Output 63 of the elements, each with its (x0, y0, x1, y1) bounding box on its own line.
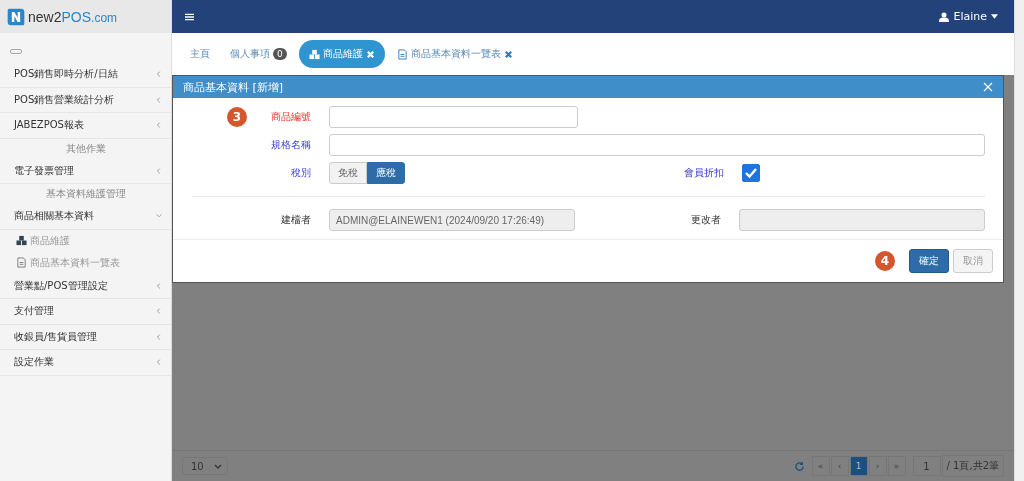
sidebar-item[interactable]: 支付管理 (0, 299, 171, 325)
sidebar-item[interactable]: 設定作業 (0, 350, 171, 376)
chevron-left-icon (155, 358, 163, 367)
refresh-icon[interactable] (793, 460, 805, 472)
step-badge: 4 (875, 251, 895, 271)
logo-text: new2POS.com (28, 8, 118, 25)
toggle-button[interactable]: 免稅 (329, 162, 367, 184)
cubes-icon (308, 48, 320, 60)
user-icon (939, 11, 950, 22)
input-field[interactable] (329, 106, 578, 128)
field-label: 商品編號 (270, 110, 312, 124)
scrollbar[interactable] (1014, 0, 1024, 481)
sidebar-item[interactable]: 收銀員/售貨員管理 (0, 324, 171, 350)
tab[interactable]: 主頁 (182, 41, 218, 67)
chevron-left-icon (155, 121, 163, 130)
page-input[interactable]: 1 (912, 456, 941, 476)
logo-icon (6, 6, 26, 27)
input-field[interactable] (739, 209, 985, 231)
field-label: 稅別 (290, 166, 312, 180)
confirm-button[interactable]: 確定 (909, 249, 949, 273)
chevron-left-icon (155, 70, 163, 79)
cancel-button[interactable]: 取消 (953, 249, 993, 273)
tab[interactable]: 個人事項 0 (222, 41, 295, 67)
checkbox[interactable] (742, 164, 760, 182)
menu-icon[interactable] (185, 12, 194, 21)
input-field[interactable]: ADMIN@ELAINEWEN1 (2024/09/20 17:26:49) (329, 209, 575, 231)
chevron-left-icon (155, 166, 163, 175)
sidebar-item[interactable]: POS銷售營業統計分析 (0, 87, 171, 113)
sidebar-item[interactable]: 商品維護 (0, 229, 171, 252)
logo[interactable]: new2POS.com (0, 0, 171, 33)
sidebar-item[interactable]: POS銷售即時分析/日結 (0, 62, 171, 88)
sidebar-section: 基本資料維護管理 (0, 184, 171, 204)
sidebar-item[interactable]: 商品相關基本資料 (0, 204, 171, 230)
tab[interactable]: 商品維護 (298, 40, 385, 68)
field-label: 規格名稱 (270, 138, 312, 152)
toggle-button[interactable]: 應稅 (367, 162, 405, 184)
user-menu[interactable]: Elaine (939, 10, 998, 23)
page-summary: / 1頁,共2筆 (941, 455, 1004, 477)
step-badge: 3 (227, 107, 247, 127)
chevron-left-icon (155, 332, 163, 341)
chevron-left-icon (155, 95, 163, 104)
sidebar-item[interactable]: JABEZPOS報表 (0, 113, 171, 139)
sidebar-section: 其他作業 (0, 138, 171, 159)
collapse-icon[interactable] (10, 49, 22, 54)
sidebar-item[interactable]: 電子發票管理 (0, 158, 171, 184)
page-size-select[interactable]: 10 (182, 457, 228, 475)
field-label: 建檔者 (280, 213, 312, 227)
file-icon (396, 48, 408, 60)
tab[interactable]: 商品基本資料一覽表 (388, 41, 521, 67)
chevron-left-icon (155, 307, 163, 316)
modal-title: 商品基本資料 [新增] (183, 79, 284, 95)
close-icon[interactable] (503, 49, 513, 59)
chevron-down-icon (214, 463, 222, 469)
caret-icon (991, 14, 998, 19)
field-label: 會員折扣 (683, 166, 725, 180)
page-button[interactable]: 1 (849, 456, 868, 476)
field-label: 更改者 (690, 213, 722, 227)
count-badge: 0 (273, 48, 287, 60)
cubes-icon (16, 235, 27, 246)
sidebar-item[interactable]: 營業點/POS管理設定 (0, 273, 171, 299)
file-icon (16, 257, 27, 268)
input-field[interactable] (329, 134, 985, 156)
chevron-left-icon (155, 281, 163, 290)
